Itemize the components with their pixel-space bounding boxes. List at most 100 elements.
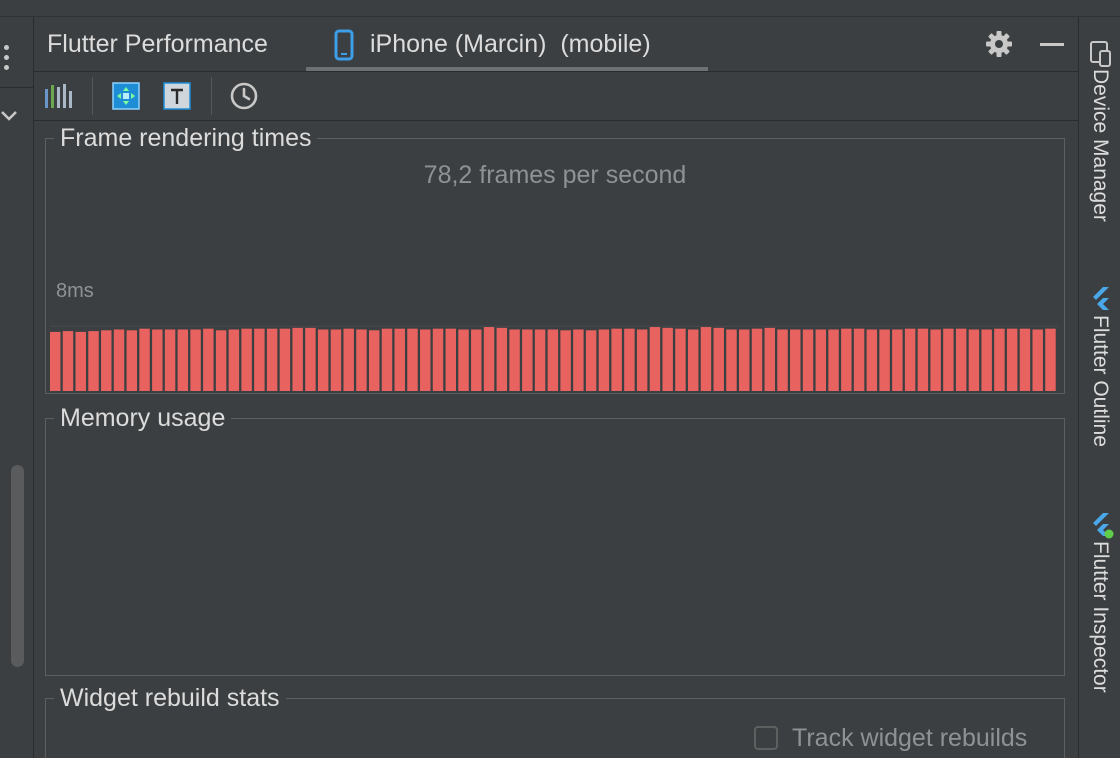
scrollbar-thumb[interactable] — [11, 465, 24, 667]
frame-bar — [815, 329, 827, 391]
frame-bar — [343, 328, 354, 391]
frame-bar — [802, 329, 814, 391]
frame-bar — [751, 328, 763, 391]
frame-bar — [203, 328, 214, 391]
frame-bar — [152, 329, 163, 391]
phone-icon — [334, 29, 354, 61]
frame-bar — [368, 330, 380, 391]
stripe-flutter-outline[interactable]: Flutter Outline — [1079, 285, 1120, 475]
frame-bar — [113, 329, 125, 391]
frame-bar — [981, 329, 992, 391]
stripe-flutter-inspector[interactable]: Flutter Inspector — [1079, 511, 1120, 731]
frame-bar — [330, 329, 342, 391]
frame-bar — [649, 327, 661, 391]
frame-bar — [1006, 328, 1018, 391]
track-widget-rebuilds-toggle[interactable]: Track widget rebuilds — [754, 721, 1027, 755]
frame-bar — [777, 329, 788, 391]
frame-bar — [1032, 329, 1043, 391]
performance-overlay-icon[interactable] — [111, 81, 141, 111]
frame-bar — [483, 327, 495, 391]
frame-bar — [101, 330, 112, 391]
flutter-outline-label: Flutter Outline — [1089, 315, 1112, 447]
device-manager-icon — [1090, 41, 1111, 67]
flutter-outline-icon — [1093, 287, 1109, 310]
frame-bar — [407, 328, 418, 391]
frame-bar — [228, 329, 240, 391]
frame-bar — [458, 329, 469, 391]
frame-bar — [496, 327, 508, 391]
frame-bar — [254, 328, 265, 391]
toolbar-separator — [92, 77, 93, 115]
tab-device[interactable]: iPhone (Marcin) (mobile) — [306, 17, 708, 71]
frame-bar — [432, 328, 444, 391]
frame-bar — [445, 328, 456, 391]
frame-bar — [164, 329, 176, 391]
frame-bar — [841, 328, 852, 391]
frame-bar — [917, 328, 929, 391]
widget-rebuild-panel: Widget rebuild stats Track widget rebuil… — [45, 683, 1065, 758]
frame-bar — [241, 328, 252, 391]
device-manager-label: Device Manager — [1089, 69, 1112, 222]
frame-bar — [573, 329, 584, 391]
track-rebuilds-label: Track widget rebuilds — [792, 723, 1028, 752]
track-rebuilds-checkbox[interactable] — [754, 726, 778, 750]
bar-chart-icon[interactable] — [44, 81, 74, 111]
frame-bar — [522, 329, 533, 391]
frame-bar — [279, 328, 291, 391]
flutter-inspector-label: Flutter Inspector — [1089, 541, 1112, 693]
fps-readout: 78,2 frames per second — [423, 161, 687, 189]
frame-bar — [126, 330, 138, 391]
frame-bar — [866, 329, 878, 391]
minimize-icon[interactable] — [1040, 43, 1064, 46]
frame-bar — [534, 329, 546, 391]
frame-bar — [662, 327, 673, 391]
frame-bar — [611, 328, 622, 391]
frame-bar — [955, 328, 967, 391]
frame-bar — [968, 329, 980, 391]
frame-bar — [713, 327, 724, 391]
left-gutter — [0, 17, 34, 758]
frame-bar — [853, 328, 865, 391]
frame-bar — [560, 330, 571, 391]
tool-window-title: Flutter Performance — [47, 30, 268, 58]
frame-bar — [1019, 328, 1031, 391]
frame-bar — [585, 330, 597, 391]
tool-window-header: Flutter Performance iPhone (Marcin) (mob… — [34, 17, 1078, 72]
memory-usage-panel: Memory usage — [45, 403, 1065, 676]
frame-bar — [471, 329, 482, 391]
flutter-inspector-icon — [1093, 513, 1114, 539]
frame-bar — [700, 327, 712, 391]
widget-rebuild-title: Widget rebuild stats — [54, 683, 286, 713]
frame-bar — [739, 329, 750, 391]
gutter-divider — [0, 87, 33, 88]
frame-bar — [675, 328, 686, 391]
frame-bar — [50, 331, 61, 391]
frame-bar — [1045, 328, 1056, 391]
frame-bar — [420, 329, 431, 391]
frame-bar — [177, 329, 189, 391]
frame-bar — [879, 329, 890, 391]
frame-bar — [75, 331, 86, 391]
frame-bar — [726, 329, 737, 391]
frame-bar — [190, 329, 201, 391]
frame-bar — [509, 329, 520, 391]
chevron-down-icon[interactable] — [0, 105, 18, 125]
frame-bar — [62, 331, 74, 391]
frame-bar — [892, 329, 903, 391]
frame-bar — [547, 329, 559, 391]
frame-bar — [88, 331, 99, 391]
flutter-performance-window: Flutter Performance iPhone (Marcin) (mob… — [0, 0, 1120, 758]
gear-icon[interactable] — [984, 29, 1014, 59]
frame-bar — [394, 328, 405, 391]
stripe-device-manager[interactable]: Device Manager — [1079, 39, 1120, 249]
text-baseline-icon[interactable] — [162, 81, 192, 111]
frame-rendering-panel: Frame rendering times 78,2 frames per se… — [45, 123, 1065, 394]
frame-bar — [215, 330, 227, 391]
top-strip — [0, 0, 1120, 17]
frame-bar — [305, 327, 316, 391]
frame-times-chart — [50, 325, 1058, 391]
more-options-icon[interactable] — [2, 45, 14, 79]
frame-bar — [624, 328, 635, 391]
frame-bar — [828, 329, 839, 391]
clock-icon[interactable] — [229, 81, 259, 111]
